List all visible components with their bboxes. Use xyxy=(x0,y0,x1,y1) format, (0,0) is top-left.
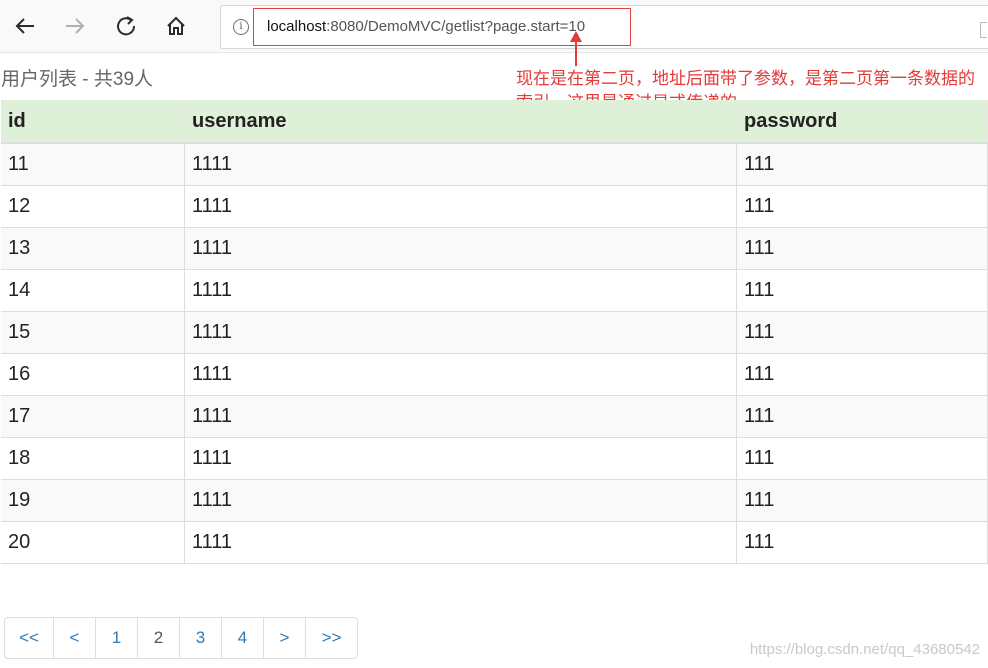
cell-password: 111 xyxy=(736,395,988,438)
table-row: 11 1111 111 xyxy=(1,142,988,186)
previous-page-link[interactable]: < xyxy=(53,618,95,658)
cell-id: 14 xyxy=(1,269,185,312)
reader-view-icon[interactable] xyxy=(980,22,987,38)
table-row: 15 1111 111 xyxy=(1,311,988,354)
back-arrow-icon xyxy=(15,18,34,34)
url-text[interactable]: localhost:8080/DemoMVC/getlist?page.star… xyxy=(267,18,585,35)
browser-toolbar: i localhost:8080/DemoMVC/getlist?page.st… xyxy=(0,0,988,53)
cell-id: 12 xyxy=(1,185,185,228)
table-row: 18 1111 111 xyxy=(1,437,988,480)
reload-icon xyxy=(117,16,136,36)
cell-id: 11 xyxy=(1,142,185,186)
address-bar[interactable]: i localhost:8080/DemoMVC/getlist?page.st… xyxy=(220,5,988,49)
cell-password: 111 xyxy=(736,521,988,564)
cell-username: 1111 xyxy=(184,521,737,564)
url-path: :8080/DemoMVC/getlist?page.start=10 xyxy=(326,18,586,35)
forward-arrow-icon xyxy=(66,18,85,34)
cell-username: 1111 xyxy=(184,269,737,312)
page-3-link[interactable]: 3 xyxy=(179,618,221,658)
pagination: << <1 2 3 4 > >> xyxy=(4,617,358,659)
last-page-link[interactable]: >> xyxy=(305,618,357,658)
next-page-link[interactable]: > xyxy=(263,618,305,658)
cell-id: 18 xyxy=(1,437,185,480)
cell-password: 111 xyxy=(736,142,988,186)
cell-password: 111 xyxy=(736,437,988,480)
home-button[interactable] xyxy=(162,12,190,40)
cell-id: 15 xyxy=(1,311,185,354)
table-row: 17 1111 111 xyxy=(1,395,988,438)
cell-username: 1111 xyxy=(184,437,737,480)
page-2-link[interactable]: 2 xyxy=(137,618,179,658)
annotation-arrow xyxy=(570,31,582,66)
back-button[interactable] xyxy=(11,12,39,40)
cell-id: 13 xyxy=(1,227,185,270)
table-header-row: id username password xyxy=(1,100,988,144)
url-host: localhost xyxy=(267,18,327,35)
cell-username: 1111 xyxy=(184,311,737,354)
first-page-link[interactable]: << xyxy=(5,618,53,658)
page-4-link[interactable]: 4 xyxy=(221,618,263,658)
cell-password: 111 xyxy=(736,311,988,354)
reload-button[interactable] xyxy=(112,12,140,40)
watermark: https://blog.csdn.net/qq_43680542 xyxy=(749,641,980,658)
cell-username: 1111 xyxy=(184,185,737,228)
cell-id: 17 xyxy=(1,395,185,438)
cell-password: 111 xyxy=(736,185,988,228)
cell-username: 1111 xyxy=(184,353,737,396)
cell-username: 1111 xyxy=(184,395,737,438)
cell-username: 1111 xyxy=(184,142,737,186)
table-row: 20 1111 111 xyxy=(1,521,988,564)
table-row: 16 1111 111 xyxy=(1,353,988,396)
cell-password: 111 xyxy=(736,227,988,270)
cell-password: 111 xyxy=(736,479,988,522)
column-header-password: password xyxy=(736,100,988,144)
cell-id: 20 xyxy=(1,521,185,564)
user-table: id username password 11 1111 111 12 1111 111 1… xyxy=(1,100,988,564)
cell-id: 19 xyxy=(1,479,185,522)
column-header-id: id xyxy=(1,100,185,144)
cell-username: 1111 xyxy=(184,479,737,522)
cell-password: 111 xyxy=(736,269,988,312)
column-header-username: username xyxy=(184,100,737,144)
site-info-icon[interactable]: i xyxy=(233,19,249,35)
cell-id: 16 xyxy=(1,353,185,396)
page-1-link[interactable]: 1 xyxy=(95,618,137,658)
forward-button[interactable] xyxy=(61,12,89,40)
table-row: 14 1111 111 xyxy=(1,269,988,312)
page-title: 用户列表 - 共39人 xyxy=(1,69,154,90)
cell-password: 111 xyxy=(736,353,988,396)
table-row: 12 1111 111 xyxy=(1,185,988,228)
cell-username: 1111 xyxy=(184,227,737,270)
table-row: 19 1111 111 xyxy=(1,479,988,522)
home-icon xyxy=(167,16,185,35)
table-row: 13 1111 111 xyxy=(1,227,988,270)
